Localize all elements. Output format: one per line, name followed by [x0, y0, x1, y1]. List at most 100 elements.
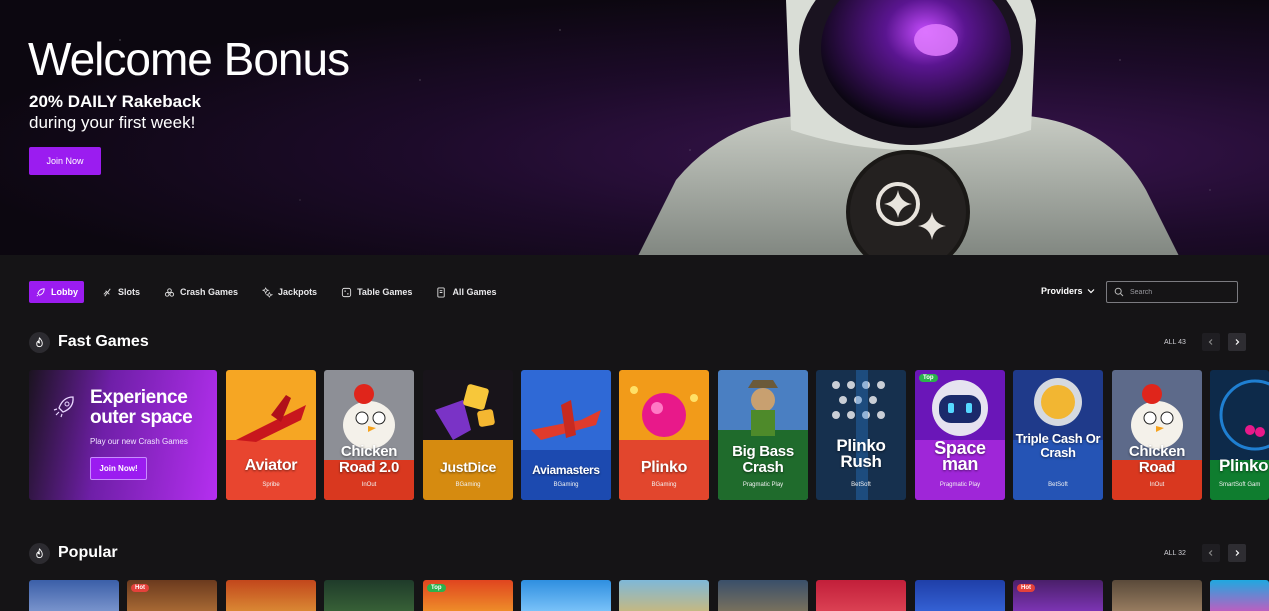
- flame-icon: [29, 331, 50, 353]
- slot-icon: [103, 288, 111, 296]
- cards-icon: [437, 286, 446, 298]
- game-card-spaceman[interactable]: Top Space man Pragmatic Play: [915, 370, 1005, 500]
- top-badge: Top: [427, 584, 446, 592]
- game-title: Plinko: [1219, 456, 1269, 475]
- chevron-left-icon: [1208, 339, 1213, 345]
- scroll-left-button[interactable]: [1201, 544, 1220, 562]
- game-provider: BGaming: [651, 482, 677, 488]
- game-card[interactable]: Hot: [127, 580, 217, 611]
- category-tabs: Lobby Slots Crash Games Jackpots Table G…: [29, 281, 502, 303]
- game-card-chicken-road-2[interactable]: Chicken Road 2.0 InOut: [324, 370, 414, 500]
- aviator-artwork: [226, 370, 316, 500]
- tab-label: Slots: [118, 287, 141, 297]
- game-card-aviamasters[interactable]: Aviamasters BGaming: [521, 370, 611, 500]
- view-all-link[interactable]: ALL 43: [1164, 339, 1186, 346]
- game-card[interactable]: [29, 580, 119, 611]
- hot-badge: Hot: [131, 584, 149, 592]
- rocket-icon: [36, 287, 45, 296]
- tab-label: Lobby: [51, 287, 78, 297]
- game-title: Triple Cash Or Crash: [1015, 431, 1101, 460]
- game-title: Plinko Rush: [836, 436, 886, 471]
- hero-banner[interactable]: Welcome Bonus 20% DAILY Rakeback during …: [0, 0, 1269, 255]
- game-provider: BetSoft: [1048, 482, 1068, 488]
- game-card[interactable]: [718, 580, 808, 611]
- view-all-link[interactable]: ALL 32: [1164, 550, 1186, 557]
- game-card[interactable]: [324, 580, 414, 611]
- game-card-plinko-rush[interactable]: Plinko Rush BetSoft: [816, 370, 906, 500]
- promo-join-button[interactable]: Join Now!: [90, 457, 147, 480]
- fast-games-controls: ALL 43: [1164, 333, 1246, 351]
- game-title: Plinko: [640, 459, 688, 476]
- game-card[interactable]: [1112, 580, 1202, 611]
- tab-label: Jackpots: [278, 287, 318, 297]
- spaceman-artwork: [915, 370, 1005, 500]
- game-provider: BetSoft: [851, 482, 871, 488]
- dice-icon: [341, 287, 352, 297]
- game-title: Space man: [934, 438, 986, 474]
- game-title: JustDice: [440, 459, 496, 475]
- chevron-left-icon: [1208, 550, 1213, 556]
- game-card-plinko[interactable]: Plinko BGaming: [619, 370, 709, 500]
- promo-title: Experience outer space: [90, 387, 193, 428]
- search-icon: [1114, 287, 1124, 297]
- game-provider: Spribe: [262, 482, 280, 488]
- game-card-aviator[interactable]: Aviator Spribe: [226, 370, 316, 500]
- game-card[interactable]: [619, 580, 709, 611]
- chicken-road-artwork: [1112, 370, 1202, 500]
- promo-text: Play our new Crash Games: [90, 437, 188, 446]
- game-card-chicken-road[interactable]: Chicken Road InOut: [1112, 370, 1202, 500]
- game-card[interactable]: Hot: [1013, 580, 1103, 611]
- game-card-big-bass-crash[interactable]: Big Bass Crash Pragmatic Play: [718, 370, 808, 500]
- big-bass-crash-artwork: [718, 370, 808, 500]
- game-card[interactable]: [226, 580, 316, 611]
- game-card-triple-cash-or-crash[interactable]: Triple Cash Or Crash BetSoft: [1013, 370, 1103, 500]
- providers-label: Providers: [1041, 286, 1083, 296]
- game-title: Aviator: [244, 457, 298, 474]
- scroll-right-button[interactable]: [1227, 333, 1246, 351]
- promo-card[interactable]: Experience outer space Play our new Cras…: [29, 370, 217, 500]
- game-card-justdice[interactable]: JustDice BGaming: [423, 370, 513, 500]
- top-badge: Top: [919, 374, 938, 382]
- tab-slots[interactable]: Slots: [96, 281, 146, 303]
- scroll-right-button[interactable]: [1227, 544, 1246, 562]
- tab-crash-games[interactable]: Crash Games: [158, 281, 244, 303]
- game-card[interactable]: [1210, 580, 1269, 611]
- game-card-plinko-smartsoft[interactable]: Plinko SmartSoft Gam: [1210, 370, 1269, 500]
- scroll-left-button[interactable]: [1201, 333, 1220, 351]
- join-now-button[interactable]: Join Now: [29, 147, 101, 175]
- game-provider: InOut: [361, 482, 377, 488]
- game-card[interactable]: Top: [423, 580, 513, 611]
- tab-all-games[interactable]: All Games: [430, 281, 502, 303]
- popular-controls: ALL 32: [1164, 544, 1246, 562]
- game-card[interactable]: [816, 580, 906, 611]
- chevron-down-icon: [1087, 289, 1094, 294]
- tab-jackpots[interactable]: Jackpots: [256, 281, 323, 303]
- rocket-icon: [53, 396, 74, 418]
- game-title: Big Bass Crash: [732, 443, 794, 476]
- game-title: Aviamasters: [532, 463, 600, 477]
- search-input[interactable]: [1130, 288, 1230, 296]
- section-title: Fast Games: [58, 333, 149, 350]
- game-title: Chicken Road: [1128, 443, 1186, 476]
- astronaut-illustration: [638, 0, 1179, 255]
- game-card[interactable]: [521, 580, 611, 611]
- tab-table-games[interactable]: Table Games: [335, 281, 418, 303]
- hero-subtitle-bold: 20% DAILY Rakeback: [29, 92, 201, 111]
- flame-icon: [29, 542, 50, 564]
- popular-header: Popular: [29, 542, 118, 564]
- tab-label: Crash Games: [180, 287, 239, 297]
- game-provider: InOut: [1149, 482, 1165, 488]
- tab-lobby[interactable]: Lobby: [29, 281, 84, 303]
- plinko-rush-artwork: [816, 370, 906, 500]
- game-title: Chicken Road 2.0: [338, 443, 400, 476]
- aviamasters-artwork: [521, 370, 611, 500]
- hero-title: Welcome Bonus: [28, 33, 350, 85]
- section-title: Popular: [58, 544, 118, 561]
- search-box[interactable]: [1106, 281, 1238, 303]
- jackpot-icon: [262, 286, 274, 298]
- game-card[interactable]: [915, 580, 1005, 611]
- casino-lobby-page: Welcome Bonus 20% DAILY Rakeback during …: [0, 0, 1269, 611]
- game-provider: BGaming: [553, 482, 579, 488]
- providers-dropdown[interactable]: Providers: [1041, 286, 1095, 296]
- plinko-smartsoft-artwork: [1210, 370, 1269, 500]
